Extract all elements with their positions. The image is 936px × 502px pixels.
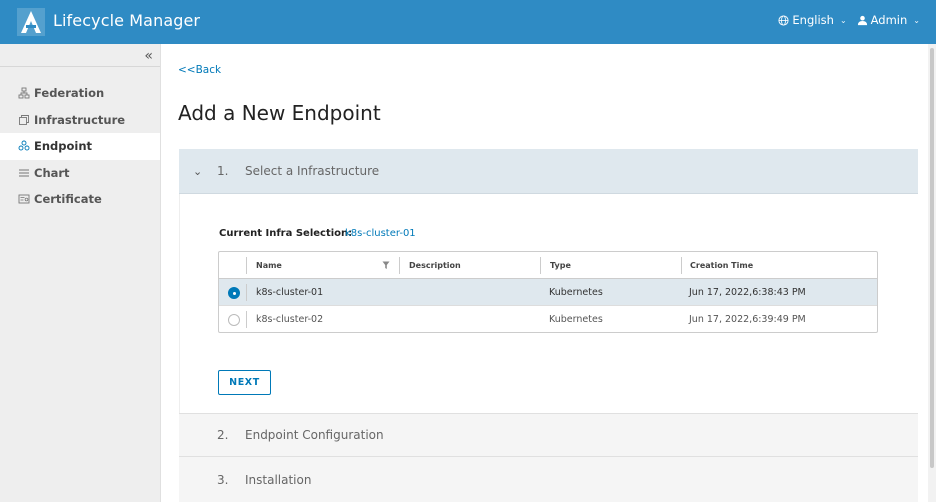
sidebar-nav: Federation Infrastructure Endpoint Chart… — [0, 80, 160, 213]
filter-icon[interactable] — [382, 261, 390, 270]
user-icon — [857, 15, 867, 25]
table-row[interactable]: k8s-cluster-02 Kubernetes Jun 17, 2022,6… — [219, 306, 877, 333]
language-label: English — [792, 13, 834, 27]
federation-icon — [18, 87, 30, 99]
chart-icon — [19, 169, 29, 177]
app-title: Lifecycle Manager — [53, 11, 201, 30]
current-selection-label: Current Infra Selection: — [219, 228, 353, 239]
column-separator — [681, 257, 682, 274]
sidebar-item-label: Federation — [34, 86, 105, 101]
step-label: Select a Infrastructure — [245, 164, 380, 178]
scrollbar[interactable] — [928, 44, 936, 502]
next-button[interactable]: NEXT — [218, 370, 271, 395]
sidebar-item-label: Chart — [34, 165, 70, 180]
user-label: Admin — [870, 13, 908, 27]
column-header-name[interactable]: Name — [256, 252, 282, 279]
chevron-down-icon: ⌄ — [193, 164, 203, 178]
sidebar-item-label: Infrastructure — [34, 112, 126, 127]
step-number: 3. — [217, 472, 229, 487]
column-separator — [246, 257, 247, 274]
user-menu[interactable]: Admin ⌄ — [857, 13, 920, 27]
column-separator — [246, 311, 247, 328]
certificate-icon — [18, 194, 30, 204]
infrastructure-table: Name Description Type Creation Time k8s-… — [218, 251, 878, 333]
step-3-header[interactable]: 3. Installation — [179, 457, 918, 502]
step-number: 1. — [217, 164, 229, 178]
chevron-down-icon: ⌄ — [913, 15, 920, 25]
sidebar-item-federation[interactable]: Federation — [0, 80, 160, 107]
scrollbar-thumb[interactable] — [930, 48, 934, 468]
sidebar: « Federation Infrastructure Endpoint Cha… — [0, 44, 161, 502]
double-chevron-left-icon[interactable]: « — [144, 48, 153, 64]
step-1-header[interactable]: ⌄ 1. Select a Infrastructure — [179, 149, 918, 194]
app-logo-icon — [17, 8, 45, 36]
globe-icon — [778, 14, 789, 26]
cell-creation-time: Jun 17, 2022,6:38:43 PM — [689, 287, 806, 298]
step-label: Endpoint Configuration — [245, 428, 384, 442]
step-2-header[interactable]: 2. Endpoint Configuration — [179, 413, 918, 457]
sidebar-item-infrastructure[interactable]: Infrastructure — [0, 107, 160, 134]
sidebar-item-certificate[interactable]: Certificate — [0, 186, 160, 213]
row-radio[interactable] — [228, 314, 240, 326]
cell-type: Kubernetes — [549, 314, 603, 325]
row-radio[interactable] — [228, 287, 240, 299]
top-header: Lifecycle Manager English ⌄ Admin ⌄ — [0, 0, 936, 44]
back-link[interactable]: <<Back — [178, 64, 221, 76]
cell-type: Kubernetes — [549, 287, 603, 298]
table-row[interactable]: k8s-cluster-01 Kubernetes Jun 17, 2022,6… — [219, 279, 877, 306]
sidebar-item-label: Certificate — [34, 192, 102, 207]
column-header-description[interactable]: Description — [409, 252, 461, 279]
step-label: Installation — [245, 472, 312, 487]
cell-name: k8s-cluster-02 — [256, 314, 324, 325]
sidebar-item-chart[interactable]: Chart — [0, 160, 160, 187]
column-header-creation-time[interactable]: Creation Time — [690, 252, 753, 279]
cell-creation-time: Jun 17, 2022,6:39:49 PM — [689, 314, 806, 325]
sidebar-item-label: Endpoint — [34, 139, 93, 154]
page-title: Add a New Endpoint — [178, 101, 381, 125]
divider — [0, 66, 160, 67]
endpoint-icon — [18, 140, 30, 151]
column-separator — [540, 257, 541, 274]
chevron-down-icon: ⌄ — [839, 15, 847, 25]
cell-name: k8s-cluster-01 — [256, 287, 324, 298]
infrastructure-icon — [19, 114, 29, 125]
table-header: Name Description Type Creation Time — [219, 252, 877, 279]
column-separator — [399, 257, 400, 274]
sidebar-item-endpoint[interactable]: Endpoint — [0, 133, 160, 160]
step-number: 2. — [217, 428, 229, 442]
column-separator — [246, 284, 247, 301]
column-header-type[interactable]: Type — [550, 252, 571, 279]
language-menu[interactable]: English ⌄ — [778, 13, 847, 27]
current-selection-value: k8s-cluster-01 — [345, 228, 416, 239]
